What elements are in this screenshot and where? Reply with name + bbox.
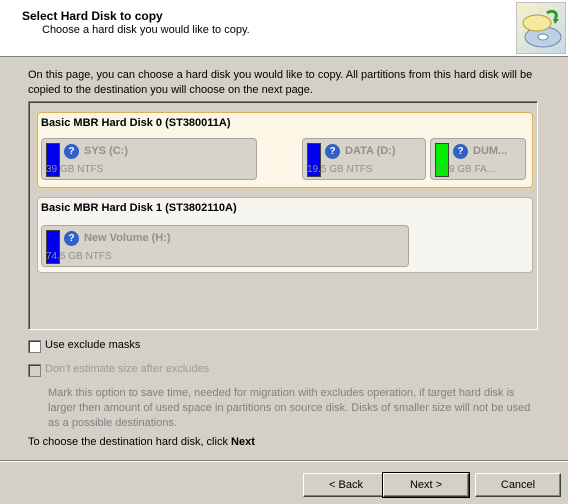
exclude-masks-checkbox[interactable] (28, 340, 41, 353)
dont-estimate-label: Don't estimate size after excludes (45, 363, 210, 375)
footer-separator (0, 460, 568, 462)
disk-0-card[interactable]: Basic MBR Hard Disk 0 (ST380011A) ? SYS … (37, 112, 533, 188)
footer-hint-action: Next (231, 436, 255, 448)
partition-dum-size: 15.9 GB FA... (435, 164, 496, 175)
wizard-header: Select Hard Disk to copy Choose a hard d… (0, 0, 568, 57)
partition-dum[interactable]: ? DUM... 15.9 GB FA... (430, 138, 526, 180)
partition-dum-name: DUM... (473, 145, 508, 157)
partition-c-size: 39 GB NTFS (46, 164, 104, 175)
next-button[interactable]: Next > (382, 472, 470, 498)
back-button[interactable]: < Back (303, 473, 389, 497)
dont-estimate-checkbox (28, 364, 41, 377)
partition-h-name: New Volume (H:) (84, 232, 171, 244)
disk-1-title: Basic MBR Hard Disk 1 (ST3802110A) (41, 202, 237, 214)
intro-text: On this page, you can choose a hard disk… (28, 69, 533, 96)
partition-h-size: 74.5 GB NTFS (46, 251, 112, 262)
wizard-title: Select Hard Disk to copy (22, 9, 163, 23)
partition-c[interactable]: ? SYS (C:) 39 GB NTFS (41, 138, 257, 180)
partition-d-name: DATA (D:) (345, 145, 396, 157)
disk-0-title: Basic MBR Hard Disk 0 (ST380011A) (41, 117, 231, 129)
disk-1-card[interactable]: Basic MBR Hard Disk 1 (ST3802110A) ? New… (37, 197, 533, 273)
footer-hint: To choose the destination hard disk, cli… (28, 436, 255, 448)
wizard-subtitle: Choose a hard disk you would like to cop… (42, 24, 250, 36)
exclude-masks-label[interactable]: Use exclude masks (45, 339, 140, 351)
exclude-description: Mark this option to save time, needed fo… (48, 387, 531, 429)
disk-list-panel: Basic MBR Hard Disk 0 (ST380011A) ? SYS … (28, 101, 538, 330)
cancel-button[interactable]: Cancel (475, 473, 561, 497)
partition-info-icon[interactable]: ? (64, 144, 79, 159)
partition-d[interactable]: ? DATA (D:) 19.5 GB NTFS (302, 138, 426, 180)
partition-info-icon[interactable]: ? (64, 231, 79, 246)
partition-d-size: 19.5 GB NTFS (307, 164, 373, 175)
partition-c-name: SYS (C:) (84, 145, 128, 157)
partition-info-icon[interactable]: ? (453, 144, 468, 159)
partition-info-icon[interactable]: ? (325, 144, 340, 159)
footer-hint-text: To choose the destination hard disk, cli… (28, 436, 228, 448)
disk-copy-wizard-icon (516, 2, 566, 54)
partition-h[interactable]: ? New Volume (H:) 74.5 GB NTFS (41, 225, 409, 267)
